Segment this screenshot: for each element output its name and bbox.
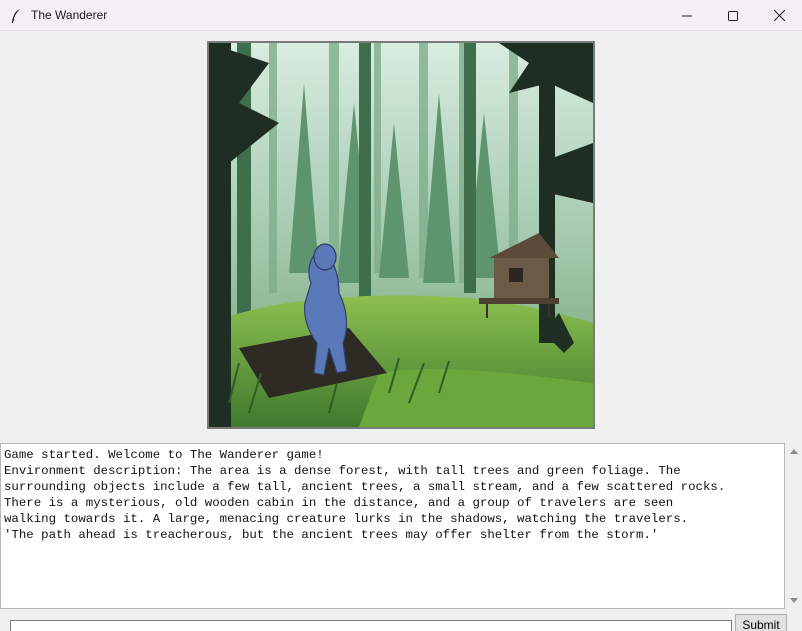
scroll-down-icon[interactable] <box>790 598 798 603</box>
message-log[interactable]: Game started. Welcome to The Wanderer ga… <box>0 443 785 609</box>
window-title: The Wanderer <box>31 8 108 22</box>
close-icon <box>773 10 785 21</box>
title-bar: The Wanderer <box>0 0 802 31</box>
scene-image <box>207 41 595 429</box>
minimize-icon <box>682 15 692 16</box>
minimize-button[interactable] <box>664 0 710 31</box>
close-button[interactable] <box>756 0 802 31</box>
maximize-button[interactable] <box>710 0 756 31</box>
feather-icon <box>10 8 22 24</box>
scroll-up-icon[interactable] <box>790 449 798 454</box>
log-scrollbar[interactable] <box>786 443 802 609</box>
log-text: Game started. Welcome to The Wanderer ga… <box>4 448 726 542</box>
command-input[interactable] <box>10 620 732 631</box>
maximize-icon <box>728 10 738 21</box>
forest-scene-illustration <box>209 43 593 427</box>
submit-button[interactable]: Submit <box>735 614 787 631</box>
